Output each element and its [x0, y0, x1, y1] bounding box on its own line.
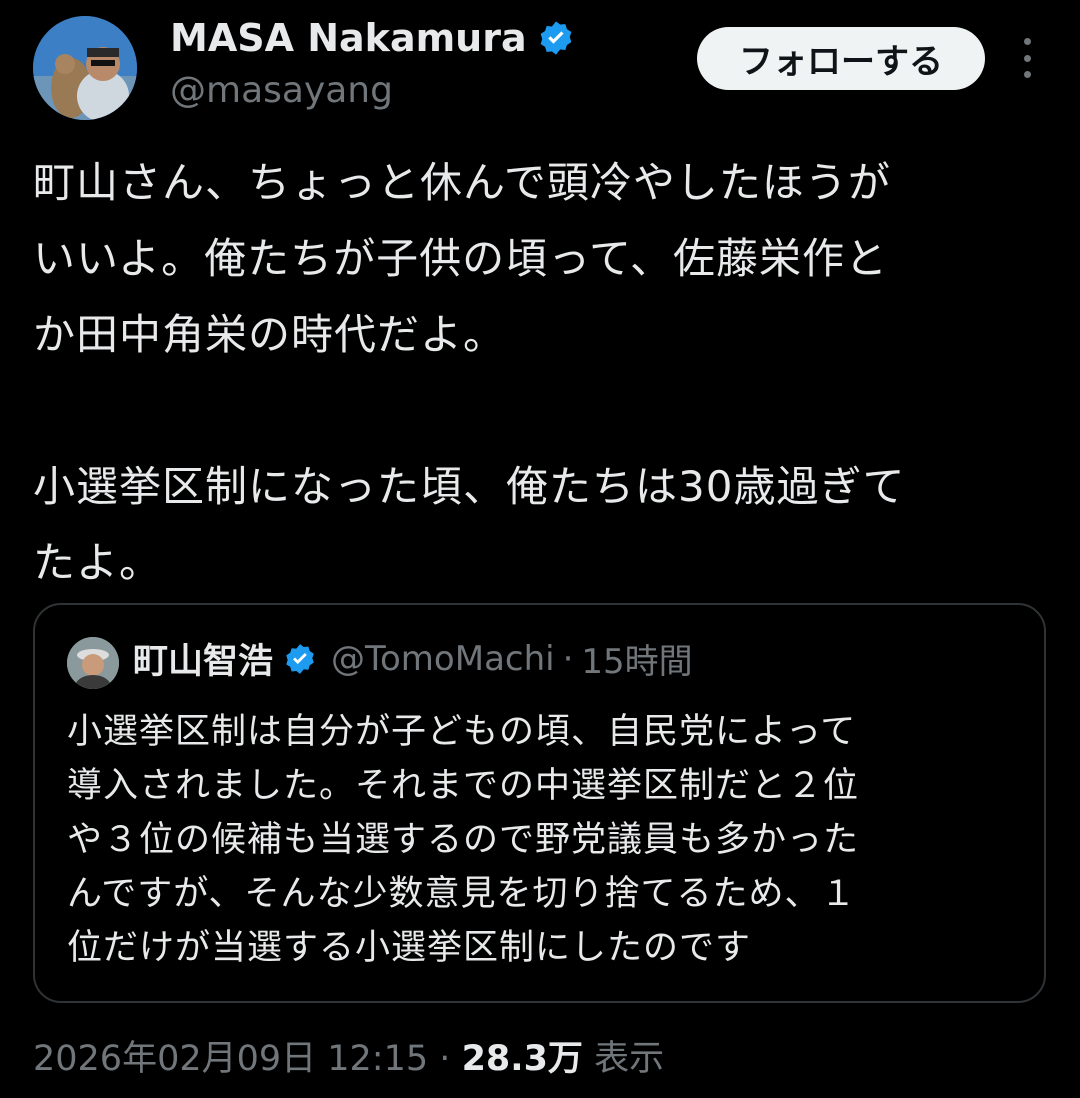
tweet-timestamp[interactable]: 2026年02月09日 12:15	[33, 1039, 428, 1079]
quoted-tweet[interactable]: 町山智浩 @TomoMachi · 15時間 小選挙区制は自分が子どもの頃、自民…	[33, 603, 1046, 1003]
views-count: 28.3万	[461, 1039, 583, 1079]
quoted-author-handle[interactable]: @TomoMachi	[331, 639, 555, 679]
quoted-author-name[interactable]: 町山智浩	[133, 633, 273, 684]
quoted-header: 町山智浩 @TomoMachi · 15時間	[133, 633, 693, 684]
views-label: 表示	[594, 1039, 665, 1079]
tweet-meta: 2026年02月09日 12:15 · 28.3万 表示	[33, 1030, 664, 1081]
quoted-tweet-text: 小選挙区制は自分が子どもの頃、自民党によって 導入されました。それまでの中選挙区…	[67, 712, 860, 968]
separator-dot: ·	[439, 1039, 451, 1079]
quoted-time[interactable]: 15時間	[581, 634, 692, 683]
author-name-row: MASA Nakamura	[170, 16, 575, 60]
separator-dot: ·	[562, 638, 574, 679]
verified-badge-icon	[537, 19, 575, 57]
verified-badge-icon	[283, 642, 317, 676]
author-avatar[interactable]	[33, 16, 137, 120]
author-handle[interactable]: @masayang	[170, 70, 393, 111]
follow-button[interactable]: フォローする	[697, 27, 985, 90]
quoted-author-avatar[interactable]	[67, 637, 119, 689]
author-name[interactable]: MASA Nakamura	[170, 16, 527, 60]
tweet-text: 町山さん、ちょっと休んで頭冷やしたほうが いいよ。俺たちが子供の頃って、佐藤栄作…	[33, 158, 906, 587]
more-options-icon[interactable]	[1010, 38, 1044, 78]
